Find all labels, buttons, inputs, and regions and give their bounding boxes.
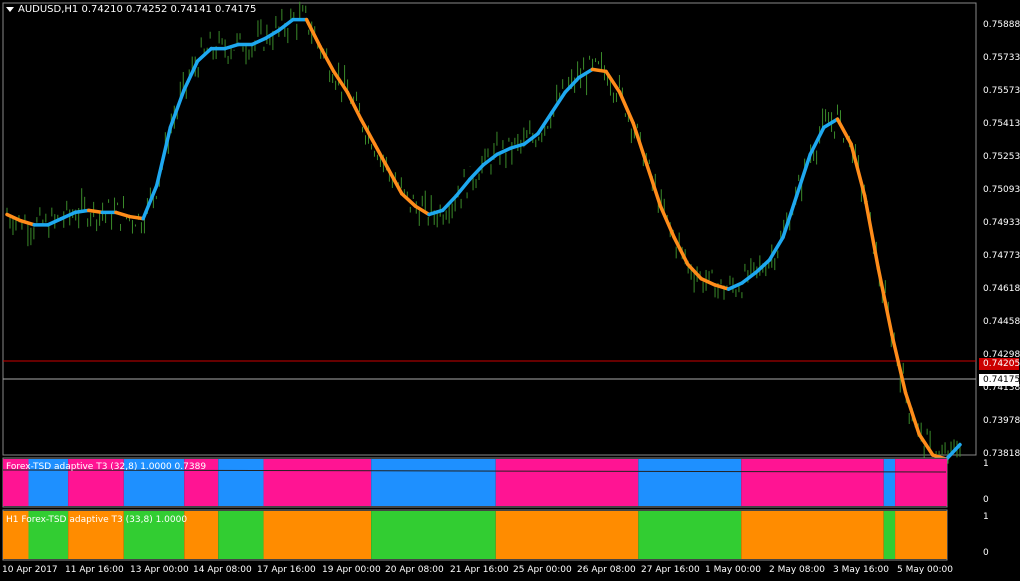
adaptive-t3-line-segment — [835, 117, 853, 146]
adaptive-t3-line-segment — [481, 152, 499, 167]
time-axis-label: 11 Apr 16:00 — [65, 565, 124, 575]
adaptive-t3-line-segment — [726, 281, 744, 291]
indicator1-panel-histogram-block — [638, 459, 742, 506]
adaptive-t3-line-segment — [808, 125, 826, 157]
adaptive-t3-line-segment — [18, 218, 36, 227]
indicator2-panel-histogram-block — [638, 511, 742, 559]
adaptive-t3-line-segment — [917, 432, 935, 457]
dropdown-triangle-icon[interactable] — [6, 6, 14, 12]
indicator2-panel-histogram-block — [184, 511, 219, 559]
price-axis-label: 0.74618 — [983, 284, 1020, 294]
indicator1-panel-histogram-block — [263, 459, 372, 506]
indicator2-panel-histogram-block — [218, 511, 264, 559]
adaptive-t3-line-segment — [345, 90, 363, 121]
price-axis-label: 0.74933 — [983, 218, 1020, 228]
indicator1-panel-histogram-block — [883, 459, 896, 506]
adaptive-t3-line-segment — [495, 146, 513, 157]
price-axis-label: 0.75733 — [983, 53, 1020, 63]
adaptive-t3-line-segment — [658, 204, 676, 240]
adaptive-t3-line-segment — [876, 266, 894, 337]
bid-price-tag: 0.74175 — [979, 374, 1020, 386]
adaptive-t3-line-segment — [508, 142, 527, 150]
adaptive-t3-line-segment — [155, 125, 173, 188]
adaptive-t3-line-segment — [631, 121, 649, 167]
adaptive-t3-line-segment — [73, 208, 91, 215]
chart-window[interactable]: AUDUSD,H1 0.74210 0.74252 0.74141 0.7417… — [0, 0, 1020, 581]
adaptive-t3-line-segment — [277, 17, 295, 32]
price-axis-label: 0.75413 — [983, 119, 1020, 129]
price-chart[interactable] — [0, 0, 1020, 581]
indicator2-panel-histogram-block — [263, 511, 372, 559]
adaptive-t3-line-segment — [645, 162, 663, 208]
indicator1-scale-top: 1 — [983, 459, 989, 469]
adaptive-t3-line-segment — [549, 90, 567, 115]
time-axis-label: 26 Apr 08:00 — [577, 565, 636, 575]
adaptive-t3-line-segment — [168, 88, 186, 130]
time-axis-label: 3 May 16:00 — [833, 565, 889, 575]
price-axis-label: 0.75888 — [983, 20, 1020, 30]
indicator1-panel-histogram-block — [371, 459, 496, 506]
indicator2-panel-histogram-block — [741, 511, 884, 559]
price-axis-label: 0.73818 — [983, 449, 1020, 459]
time-axis-label: 17 Apr 16:00 — [257, 565, 316, 575]
adaptive-t3-line-segment — [604, 69, 622, 94]
adaptive-t3-line-segment — [617, 90, 636, 126]
adaptive-t3-line-segment — [127, 214, 145, 221]
price-axis-label: 0.75253 — [983, 152, 1020, 162]
indicator1-title: Forex-TSD adaptive T3 (32,8) 1.0000 0.73… — [6, 462, 207, 472]
adaptive-t3-line-segment — [223, 42, 241, 51]
symbol-line: AUDUSD,H1 0.74210 0.74252 0.74141 0.7417… — [18, 4, 257, 15]
adaptive-t3-line-segment — [359, 117, 377, 146]
indicator2-panel-histogram-block — [371, 511, 496, 559]
indicator1-panel-histogram-block — [218, 459, 264, 506]
price-axis-label: 0.75573 — [983, 86, 1020, 96]
price-axis-label: 0.75093 — [983, 185, 1020, 195]
time-axis-label: 25 Apr 00:00 — [513, 565, 572, 575]
time-axis-label: 21 Apr 16:00 — [450, 565, 509, 575]
time-axis-label: 27 Apr 16:00 — [641, 565, 700, 575]
indicator2-panel-histogram-block — [895, 511, 947, 559]
adaptive-t3-line-segment — [372, 142, 390, 171]
indicator2-panel-histogram-block — [883, 511, 896, 559]
time-axis-label: 13 Apr 00:00 — [130, 565, 189, 575]
indicator2-panel-histogram-block — [495, 511, 639, 559]
adaptive-t3-line-segment — [468, 162, 486, 181]
time-axis-label: 1 May 00:00 — [705, 565, 761, 575]
adaptive-t3-line-segment — [781, 194, 799, 240]
indicator1-scale-bottom: 0 — [983, 495, 989, 505]
price-axis-label: 0.74458 — [983, 317, 1020, 327]
time-axis-label: 19 Apr 00:00 — [322, 565, 381, 575]
adaptive-t3-line-segment — [849, 142, 867, 198]
indicator2-scale-top: 1 — [983, 512, 989, 522]
time-axis-label: 20 Apr 08:00 — [385, 565, 444, 575]
main-plot-frame — [2, 2, 977, 456]
adaptive-t3-line-segment — [903, 391, 921, 437]
time-axis-label: 10 Apr 2017 — [2, 565, 58, 575]
adaptive-t3-line-segment — [862, 194, 881, 271]
adaptive-t3-line-segment — [250, 36, 268, 47]
indicator1-panel-histogram-block — [741, 459, 884, 506]
symbol-header: AUDUSD,H1 0.74210 0.74252 0.74141 0.7417… — [6, 4, 256, 15]
price-axis-label: 0.73978 — [983, 416, 1020, 426]
adaptive-t3-line-segment — [114, 210, 132, 219]
adaptive-t3-line-segment — [590, 67, 608, 74]
adaptive-t3-line-segment — [740, 270, 758, 285]
indicator2-title: H1 Forex-TSD adaptive T3 (33,8) 1.0000 — [6, 515, 188, 525]
price-axis-label: 0.74773 — [983, 251, 1020, 261]
adaptive-t3-line-segment — [86, 208, 105, 215]
indicator2-scale-bottom: 0 — [983, 548, 989, 558]
price-bars — [6, 1, 961, 471]
time-axis-label: 14 Apr 08:00 — [193, 565, 252, 575]
indicator1-panel-histogram-block — [895, 459, 947, 506]
time-axis-label: 5 May 00:00 — [897, 565, 953, 575]
ask-price-tag: 0.74205 — [979, 358, 1020, 370]
adaptive-t3-line-segment — [413, 204, 431, 217]
time-axis-label: 2 May 08:00 — [769, 565, 825, 575]
indicator1-panel-histogram-block — [495, 459, 639, 506]
